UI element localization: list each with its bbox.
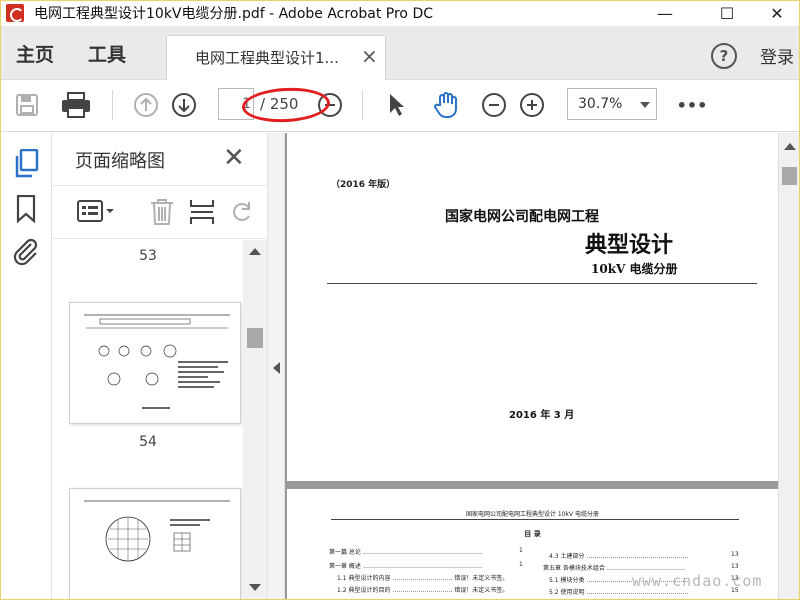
- window-frame: [0, 0, 800, 600]
